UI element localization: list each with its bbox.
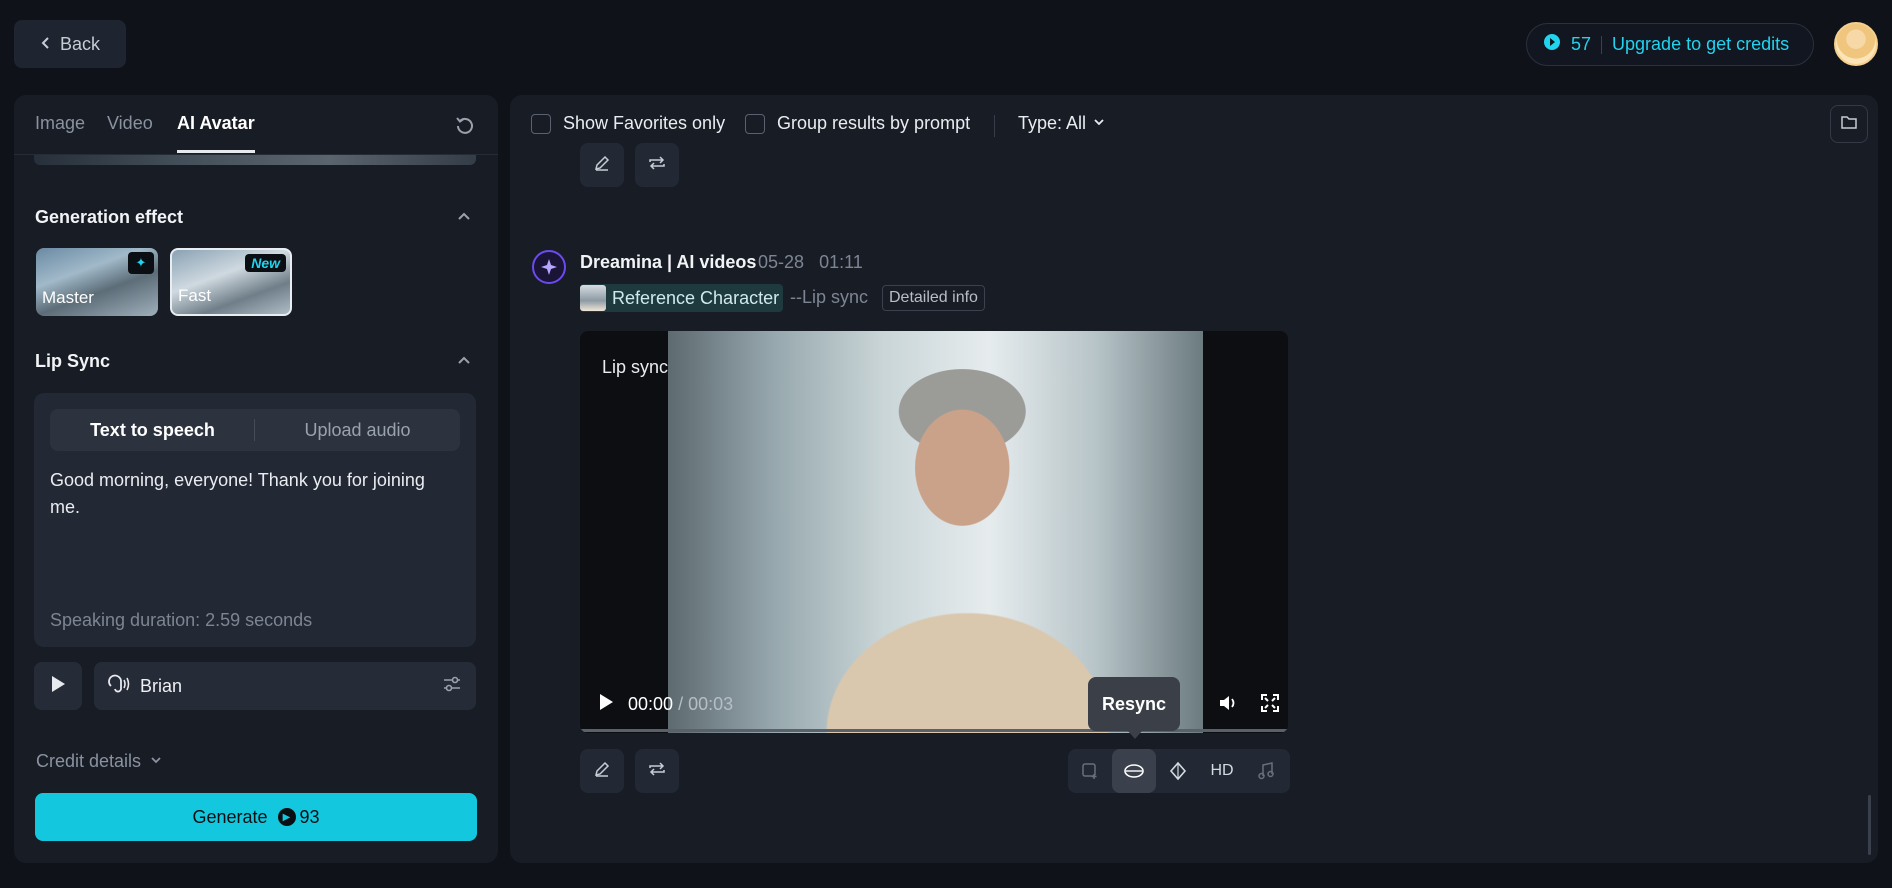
volume-icon[interactable] bbox=[1218, 693, 1240, 718]
video-duration: / 00:03 bbox=[678, 694, 734, 714]
back-button[interactable]: Back bbox=[14, 20, 126, 68]
video-current-time: 00:00 bbox=[628, 694, 674, 714]
pencil-icon bbox=[593, 760, 611, 783]
chevron-down-icon bbox=[149, 751, 163, 772]
filter-divider bbox=[994, 115, 995, 137]
user-avatar[interactable] bbox=[1834, 22, 1878, 66]
voice-name: Brian bbox=[140, 675, 183, 696]
credits-divider bbox=[1601, 35, 1603, 54]
folder-icon bbox=[1841, 115, 1857, 134]
entry-date: 05-28 bbox=[758, 252, 805, 272]
speaking-duration: Speaking duration: 2.59 seconds bbox=[50, 610, 313, 630]
regenerate-button[interactable] bbox=[635, 143, 679, 187]
mode-tag: --Lip sync bbox=[790, 287, 869, 307]
video-controls: 00:00 / 00:03 bbox=[598, 693, 733, 716]
reference-thumbnail bbox=[580, 285, 606, 311]
favorites-label[interactable]: Show Favorites only bbox=[563, 113, 725, 134]
entry-title: Dreamina | AI videos bbox=[580, 252, 757, 272]
hd-button[interactable]: HD bbox=[1200, 749, 1244, 793]
voice-preview-button[interactable] bbox=[34, 662, 82, 710]
diamond-icon[interactable] bbox=[1156, 749, 1200, 793]
left-panel: Image Video AI Avatar Generation effect … bbox=[14, 95, 498, 863]
regenerate-button[interactable] bbox=[635, 749, 679, 793]
mode-text-to-speech[interactable]: Text to speech bbox=[50, 409, 255, 451]
repeat-icon bbox=[647, 154, 667, 177]
lips-icon[interactable] bbox=[1112, 749, 1156, 793]
voice-selector[interactable]: Brian bbox=[94, 662, 476, 710]
dreamina-logo-icon bbox=[532, 250, 566, 284]
speech-mode-toggle: Text to speech Upload audio bbox=[50, 409, 460, 451]
video-progress-bar[interactable] bbox=[580, 729, 1288, 732]
scrollbar-thumb[interactable] bbox=[1868, 795, 1871, 855]
generation-effect-title: Generation effect bbox=[35, 207, 184, 227]
generate-button[interactable]: Generate ▶ 93 bbox=[35, 793, 477, 841]
chevron-left-icon bbox=[40, 34, 52, 55]
detailed-info-button[interactable]: Detailed info bbox=[882, 285, 985, 311]
music-note-icon[interactable] bbox=[1244, 749, 1288, 793]
mode-tabs: Image Video AI Avatar bbox=[14, 95, 498, 155]
tab-ai-avatar[interactable]: AI Avatar bbox=[177, 113, 255, 153]
back-label: Back bbox=[59, 33, 101, 54]
edit-button[interactable] bbox=[580, 749, 624, 793]
chevron-down-icon bbox=[1092, 113, 1106, 134]
type-filter-dropdown[interactable]: Type: All bbox=[1018, 113, 1106, 134]
play-icon bbox=[50, 675, 66, 698]
video-action-toolbar: HD bbox=[1068, 749, 1290, 793]
video-overlay-label: Lip sync bbox=[602, 357, 669, 377]
upgrade-link[interactable]: Upgrade to get credits bbox=[1612, 34, 1789, 55]
credits-count: 57 bbox=[1571, 34, 1592, 54]
fullscreen-icon[interactable] bbox=[1260, 693, 1280, 718]
lip-sync-box: Text to speech Upload audio Good morning… bbox=[34, 393, 476, 647]
chevron-up-icon[interactable] bbox=[456, 209, 474, 227]
video-time: 00:00 / 00:03 bbox=[628, 694, 733, 715]
sparkle-icon: ✦ bbox=[128, 252, 154, 274]
credit-coin-icon: ▶ bbox=[277, 808, 296, 826]
effect-option-fast[interactable]: Fast New bbox=[170, 248, 292, 316]
effect-option-master[interactable]: Master ✦ bbox=[36, 248, 158, 316]
pencil-icon bbox=[593, 154, 611, 177]
reference-thumbnail-strip bbox=[34, 155, 476, 165]
effect-label-master: Master bbox=[42, 288, 94, 307]
effect-label-fast: Fast bbox=[178, 286, 212, 305]
reference-character-label: Reference Character bbox=[612, 287, 780, 308]
video-frame bbox=[668, 331, 1203, 733]
credit-details-toggle[interactable]: Credit details bbox=[36, 751, 163, 772]
generate-label: Generate bbox=[192, 806, 268, 827]
play-icon[interactable] bbox=[598, 693, 614, 716]
repeat-icon bbox=[647, 760, 667, 783]
generate-cost-value: 93 bbox=[299, 806, 320, 827]
new-badge: New bbox=[245, 254, 286, 272]
edit-button[interactable] bbox=[580, 143, 624, 187]
tab-video[interactable]: Video bbox=[107, 113, 153, 153]
entry-time: 01:11 bbox=[819, 252, 863, 272]
speech-text-input[interactable]: Good morning, everyone! Thank you for jo… bbox=[50, 467, 450, 521]
type-filter-label: Type: All bbox=[1018, 113, 1087, 133]
credit-details-label: Credit details bbox=[36, 751, 142, 771]
credit-coin-icon bbox=[1543, 33, 1561, 56]
chevron-up-icon[interactable] bbox=[456, 353, 474, 371]
folder-button[interactable] bbox=[1830, 105, 1868, 143]
credits-pill[interactable]: 57 Upgrade to get credits bbox=[1526, 23, 1814, 66]
tab-image[interactable]: Image bbox=[35, 113, 85, 153]
generate-cost: ▶ 93 bbox=[277, 806, 320, 828]
group-by-prompt-checkbox[interactable] bbox=[745, 114, 765, 134]
reference-character-chip[interactable]: Reference Character bbox=[580, 284, 784, 312]
entry-timestamp: 05-28 01:11 bbox=[758, 252, 863, 273]
resync-tooltip: Resync bbox=[1088, 677, 1180, 739]
video-player[interactable]: Lip sync 00:00 / 00:03 bbox=[580, 331, 1288, 733]
mode-upload-audio[interactable]: Upload audio bbox=[255, 409, 460, 451]
lip-sync-title: Lip Sync bbox=[35, 351, 111, 371]
voice-icon bbox=[108, 674, 130, 699]
sliders-icon[interactable] bbox=[442, 675, 462, 698]
favorites-checkbox[interactable] bbox=[531, 114, 551, 134]
refresh-icon[interactable] bbox=[454, 115, 478, 139]
group-by-prompt-label[interactable]: Group results by prompt bbox=[777, 113, 970, 134]
results-panel: Show Favorites only Group results by pro… bbox=[510, 95, 1878, 863]
add-frame-icon[interactable] bbox=[1068, 749, 1112, 793]
